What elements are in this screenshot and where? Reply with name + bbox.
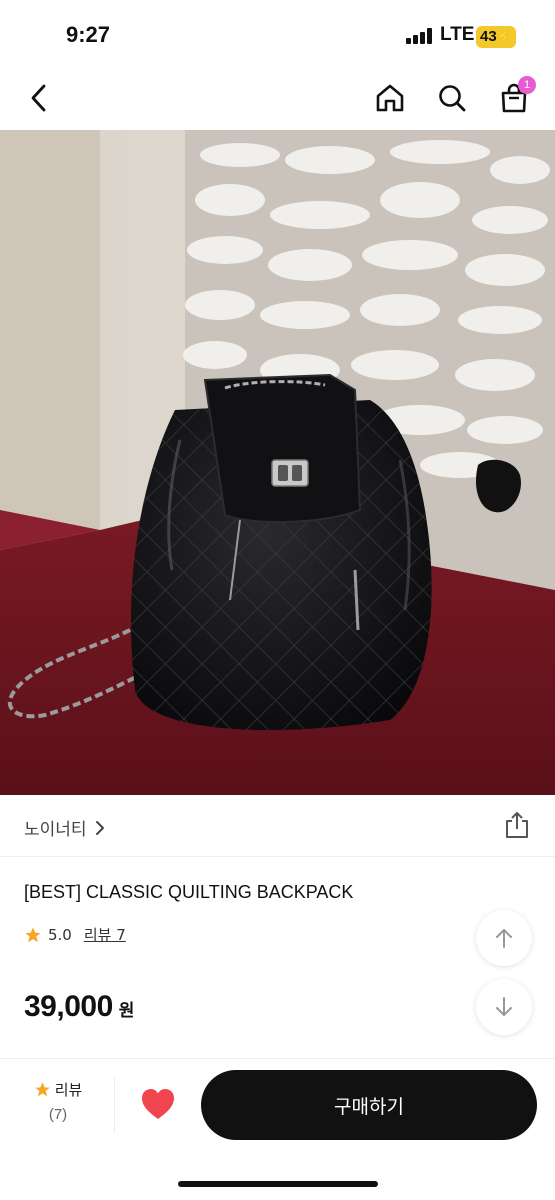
price-row: 39,000 원: [24, 990, 134, 1024]
arrow-up-icon: [496, 929, 512, 948]
review-label: 리뷰: [54, 1081, 83, 1099]
divider: [114, 1077, 115, 1133]
scroll-bottom-button[interactable]: [476, 979, 532, 1035]
wishlist-button[interactable]: [140, 1087, 176, 1121]
share-icon: [506, 812, 528, 838]
home-icon: [376, 84, 404, 112]
chevron-right-icon: [95, 820, 104, 835]
brand-link[interactable]: 노이너티: [24, 815, 105, 840]
price-currency: 원: [118, 1001, 135, 1021]
battery-level: 43: [480, 28, 497, 45]
cart-button[interactable]: 1: [492, 76, 536, 120]
home-button[interactable]: [368, 76, 412, 120]
brand-name: 노이너티: [24, 820, 87, 840]
signal-strength-icon: [406, 28, 434, 44]
bottom-action-bar: 리뷰 (7) 구매하기: [0, 1058, 555, 1200]
star-icon: [35, 1082, 50, 1097]
brand-row: 노이너티: [0, 795, 555, 857]
product-image[interactable]: [0, 130, 555, 795]
network-type: LTE: [440, 24, 475, 45]
review-link[interactable]: 리뷰 7: [84, 924, 126, 945]
price-value: 39,000: [24, 990, 113, 1023]
back-button[interactable]: [18, 76, 62, 120]
review-summary-button[interactable]: 리뷰 (7): [30, 1079, 86, 1123]
battery-icon: 43⚡: [476, 26, 516, 48]
buy-button[interactable]: 구매하기: [201, 1070, 537, 1140]
rating-value: 5.0: [48, 925, 72, 944]
search-button[interactable]: [430, 76, 474, 120]
home-indicator: [178, 1181, 378, 1187]
cart-count-badge: 1: [518, 76, 536, 94]
review-count: (7): [48, 1106, 68, 1123]
review-summary: 리뷰: [30, 1079, 86, 1100]
arrow-down-icon: [496, 997, 512, 1016]
status-bar: 9:27 LTE 43⚡: [0, 0, 555, 66]
status-time: 9:27: [66, 22, 111, 47]
top-navigation: 1: [0, 66, 555, 130]
back-arrow-icon: [31, 84, 46, 112]
share-button[interactable]: [501, 809, 533, 841]
scroll-top-button[interactable]: [476, 910, 532, 966]
heart-icon: [142, 1089, 174, 1119]
star-icon: [25, 927, 41, 942]
product-photo: [0, 130, 555, 795]
product-title: [BEST] CLASSIC QUILTING BACKPACK: [24, 882, 354, 902]
charging-bolt-icon: ⚡: [496, 29, 513, 44]
rating-row: 5.0 리뷰 7: [24, 924, 126, 945]
search-icon: [439, 85, 466, 112]
